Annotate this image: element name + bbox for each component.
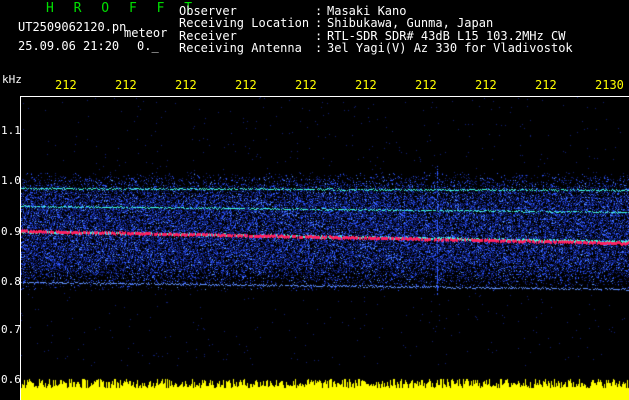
y-tick-label: 1.1 (1, 124, 21, 137)
y-tick-label: 0.6 (1, 373, 21, 386)
brand-logo: H R O F F T (46, 1, 199, 16)
plot-left-border (20, 96, 21, 400)
x-tick-label: 212 (295, 78, 317, 92)
info-separator: : (315, 40, 323, 55)
x-tick-label: 212 (55, 78, 77, 92)
y-tick-label: 0.7 (1, 323, 21, 336)
x-tick-label: 212 (535, 78, 557, 92)
x-tick-label: 212 (355, 78, 377, 92)
info-value: Shibukawa, Gunma, Japan (327, 16, 494, 31)
file-name: UT2509062120.pn (18, 20, 127, 34)
info-label: Receiving Location (179, 16, 310, 31)
x-tick-label: 2130 (595, 78, 624, 92)
y-tick-label: 1.0 (1, 174, 21, 187)
timestamp-value: 0._ (137, 39, 159, 53)
type-tag: meteor (124, 26, 168, 40)
x-tick-label: 212 (235, 78, 257, 92)
info-value: 3el Yagi(V) Az 330 for Vladivostok (327, 40, 573, 55)
x-tick-label: 212 (415, 78, 437, 92)
timestamp: 25.09.06 21:20 (18, 39, 120, 53)
info-separator: : (315, 16, 323, 31)
x-tick-label: 212 (475, 78, 497, 92)
y-tick-label: 0.9 (1, 225, 21, 238)
y-axis-unit: kHz (2, 73, 22, 86)
y-tick-label: 0.8 (1, 275, 21, 288)
info-row-antenna: Receiving Antenna : 3el Yagi(V) Az 330 f… (179, 42, 573, 54)
x-tick-label: 212 (115, 78, 137, 92)
station-info: Observer : Masaki Kano Receiving Locatio… (179, 5, 573, 54)
info-label: Receiving Antenna (179, 40, 302, 55)
plot-top-border (20, 96, 629, 97)
info-row-location: Receiving Location : Shibukawa, Gunma, J… (179, 17, 573, 29)
spectrogram-canvas (20, 96, 629, 400)
x-tick-label: 212 (175, 78, 197, 92)
